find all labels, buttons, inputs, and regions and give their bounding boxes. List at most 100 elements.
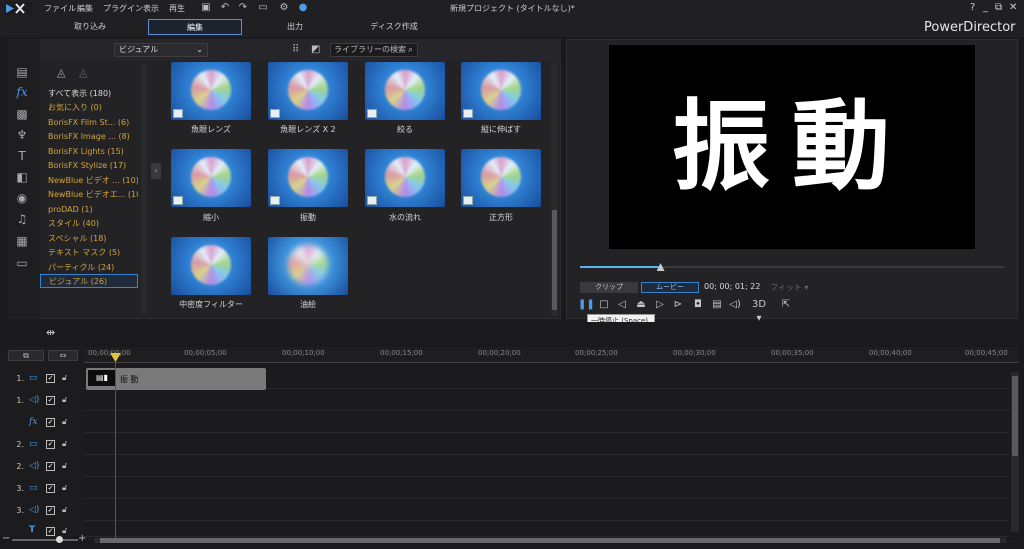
lock-icon[interactable]: 🔓︎ xyxy=(62,483,67,493)
zoom-slider-handle[interactable] xyxy=(56,536,63,543)
search-input[interactable]: ライブラリーの検索 ⌕ xyxy=(330,43,418,57)
particle-room-icon[interactable]: ♆ xyxy=(13,127,31,143)
stereo-3d-button[interactable]: 3D ▾ xyxy=(748,298,770,324)
track-row[interactable] xyxy=(84,433,1010,455)
category-item[interactable]: スタイル (40) xyxy=(40,217,138,231)
next-frame-icon[interactable]: ▷ xyxy=(653,298,667,312)
category-item[interactable]: BorisFX Lights (15) xyxy=(40,145,138,159)
timeline-vertical-scrollbar-thumb[interactable] xyxy=(1012,376,1018,456)
volume-icon[interactable]: ◁) xyxy=(728,298,742,312)
category-item[interactable]: テキスト マスク (5) xyxy=(40,246,138,260)
split-clip-icon[interactable]: ⏏ xyxy=(634,298,648,312)
tab-disc[interactable]: ディスク作成 xyxy=(362,19,426,35)
zoom-in-icon[interactable]: + xyxy=(78,533,86,544)
category-item[interactable]: スペシャル (18) xyxy=(40,232,138,246)
close-icon[interactable]: ✕ xyxy=(1009,2,1017,13)
thumbnail-size-icon[interactable]: ◩ xyxy=(311,44,320,55)
view-select[interactable]: ビジュアル ⌄ xyxy=(114,43,208,57)
track-enable-checkbox[interactable]: ✓ xyxy=(46,462,55,471)
previous-frame-icon[interactable]: ◁ xyxy=(615,298,629,312)
menu-playback[interactable]: 再生 xyxy=(169,3,185,14)
track-enable-checkbox[interactable]: ✓ xyxy=(46,484,55,493)
category-item[interactable]: パーティクル (24) xyxy=(40,261,138,275)
track-enable-checkbox[interactable]: ✓ xyxy=(46,506,55,515)
lock-icon[interactable]: 🔓︎ xyxy=(62,439,67,449)
clip-mode-button[interactable]: クリップ xyxy=(580,282,638,293)
lock-icon[interactable]: 🔓︎ xyxy=(62,461,67,471)
zoom-slider[interactable] xyxy=(12,539,78,541)
track-enable-checkbox[interactable]: ✓ xyxy=(46,527,55,536)
pip-room-icon[interactable]: ▩ xyxy=(13,106,31,122)
subtitle-icon[interactable]: ▤ xyxy=(710,298,724,312)
menu-edit[interactable]: 編集 xyxy=(77,3,93,14)
category-item[interactable]: BorisFX Image ... (8) xyxy=(40,130,138,144)
menu-plugin[interactable]: プラグイン xyxy=(103,3,143,14)
transition-room-icon[interactable]: ◧ xyxy=(13,169,31,185)
track-enable-checkbox[interactable]: ✓ xyxy=(46,418,55,427)
grid-view-icon[interactable]: ⠿ xyxy=(292,44,299,55)
category-item[interactable]: NewBlue ビデオ ... (10) xyxy=(40,174,138,188)
menu-file[interactable]: ファイル xyxy=(44,3,76,14)
lock-icon[interactable]: 🔓︎ xyxy=(62,373,67,383)
timeline-horizontal-scrollbar-thumb[interactable] xyxy=(100,538,1000,543)
track-row[interactable] xyxy=(84,477,1010,499)
undo-icon[interactable]: ↶ xyxy=(219,2,231,14)
tab-edit[interactable]: 編集 xyxy=(148,19,242,35)
track-row[interactable] xyxy=(84,499,1010,521)
audio-mix-room-icon[interactable]: ◉ xyxy=(13,190,31,206)
category-item[interactable]: すべて表示 (180) xyxy=(40,87,138,101)
effect-thumbnail[interactable] xyxy=(171,149,251,207)
aspect-ratio-icon[interactable]: ▭ xyxy=(255,2,271,14)
tab-capture[interactable]: 取り込み xyxy=(60,19,120,35)
zoom-out-icon[interactable]: − xyxy=(2,533,10,544)
split-icon[interactable]: ⇹ xyxy=(46,326,55,339)
menu-view[interactable]: 表示 xyxy=(143,3,159,14)
search-icon[interactable]: ⌕ xyxy=(408,44,413,56)
effect-thumbnail[interactable] xyxy=(268,149,348,207)
undock-icon[interactable]: ⇱ xyxy=(779,298,793,312)
effect-thumbnail[interactable] xyxy=(461,149,541,207)
stop-icon[interactable]: □ xyxy=(597,298,611,312)
redo-icon[interactable]: ↷ xyxy=(237,2,249,14)
effect-thumbnail[interactable] xyxy=(461,62,541,120)
tab-output[interactable]: 出力 xyxy=(270,19,320,35)
lock-icon[interactable]: 🔓︎ xyxy=(62,526,67,536)
category-item-selected[interactable]: ビジュアル (26) xyxy=(40,274,138,288)
effect-thumbnail[interactable] xyxy=(171,62,251,120)
fast-forward-icon[interactable]: ⊳ xyxy=(671,298,685,312)
snapshot-icon[interactable]: ◘ xyxy=(691,298,705,312)
category-item[interactable]: NewBlue ビデオエ... (10) xyxy=(40,188,138,202)
lock-icon[interactable]: 🔓︎ xyxy=(62,395,67,405)
track-row[interactable] xyxy=(84,455,1010,477)
fit-timeline-button[interactable]: ⇔ xyxy=(48,350,78,361)
lock-icon[interactable]: 🔓︎ xyxy=(62,505,67,515)
effect-thumbnail[interactable] xyxy=(268,62,348,120)
media-room-icon[interactable]: ▤ xyxy=(13,64,31,80)
pause-icon[interactable]: ❚❚ xyxy=(578,298,595,312)
save-icon[interactable]: ▣ xyxy=(200,2,212,14)
restore-icon[interactable]: ⧉ xyxy=(995,2,1002,13)
effect-thumbnail[interactable] xyxy=(365,149,445,207)
track-enable-checkbox[interactable]: ✓ xyxy=(46,440,55,449)
track-manager-button[interactable]: ⧉ xyxy=(8,350,44,361)
effect-thumbnail[interactable] xyxy=(268,237,348,295)
help-icon[interactable]: ? xyxy=(970,2,975,13)
track-row[interactable] xyxy=(84,521,1010,537)
fit-select[interactable]: フィット ▾ xyxy=(770,282,808,293)
effect-thumbnail[interactable] xyxy=(365,62,445,120)
track-row[interactable] xyxy=(84,389,1010,411)
movie-mode-button[interactable]: ムービー xyxy=(641,282,699,293)
lock-icon[interactable]: 🔓︎ xyxy=(62,417,67,427)
effect-thumbnail[interactable] xyxy=(171,237,251,295)
category-item[interactable]: BorisFX Film St... (6) xyxy=(40,116,138,130)
library-scrollbar-thumb[interactable] xyxy=(552,210,557,310)
category-item[interactable]: お気に入り (0) xyxy=(40,101,138,115)
category-item[interactable]: proDAD (1) xyxy=(40,203,138,217)
title-room-icon[interactable]: T xyxy=(13,148,31,164)
category-item[interactable]: BorisFX Stylize (17) xyxy=(40,159,138,173)
track-row[interactable] xyxy=(84,411,1010,433)
track-enable-checkbox[interactable]: ✓ xyxy=(46,396,55,405)
voice-over-icon[interactable]: ♫ xyxy=(13,211,31,227)
account-icon[interactable]: ● xyxy=(297,2,309,14)
category-scrollbar[interactable] xyxy=(141,64,147,314)
